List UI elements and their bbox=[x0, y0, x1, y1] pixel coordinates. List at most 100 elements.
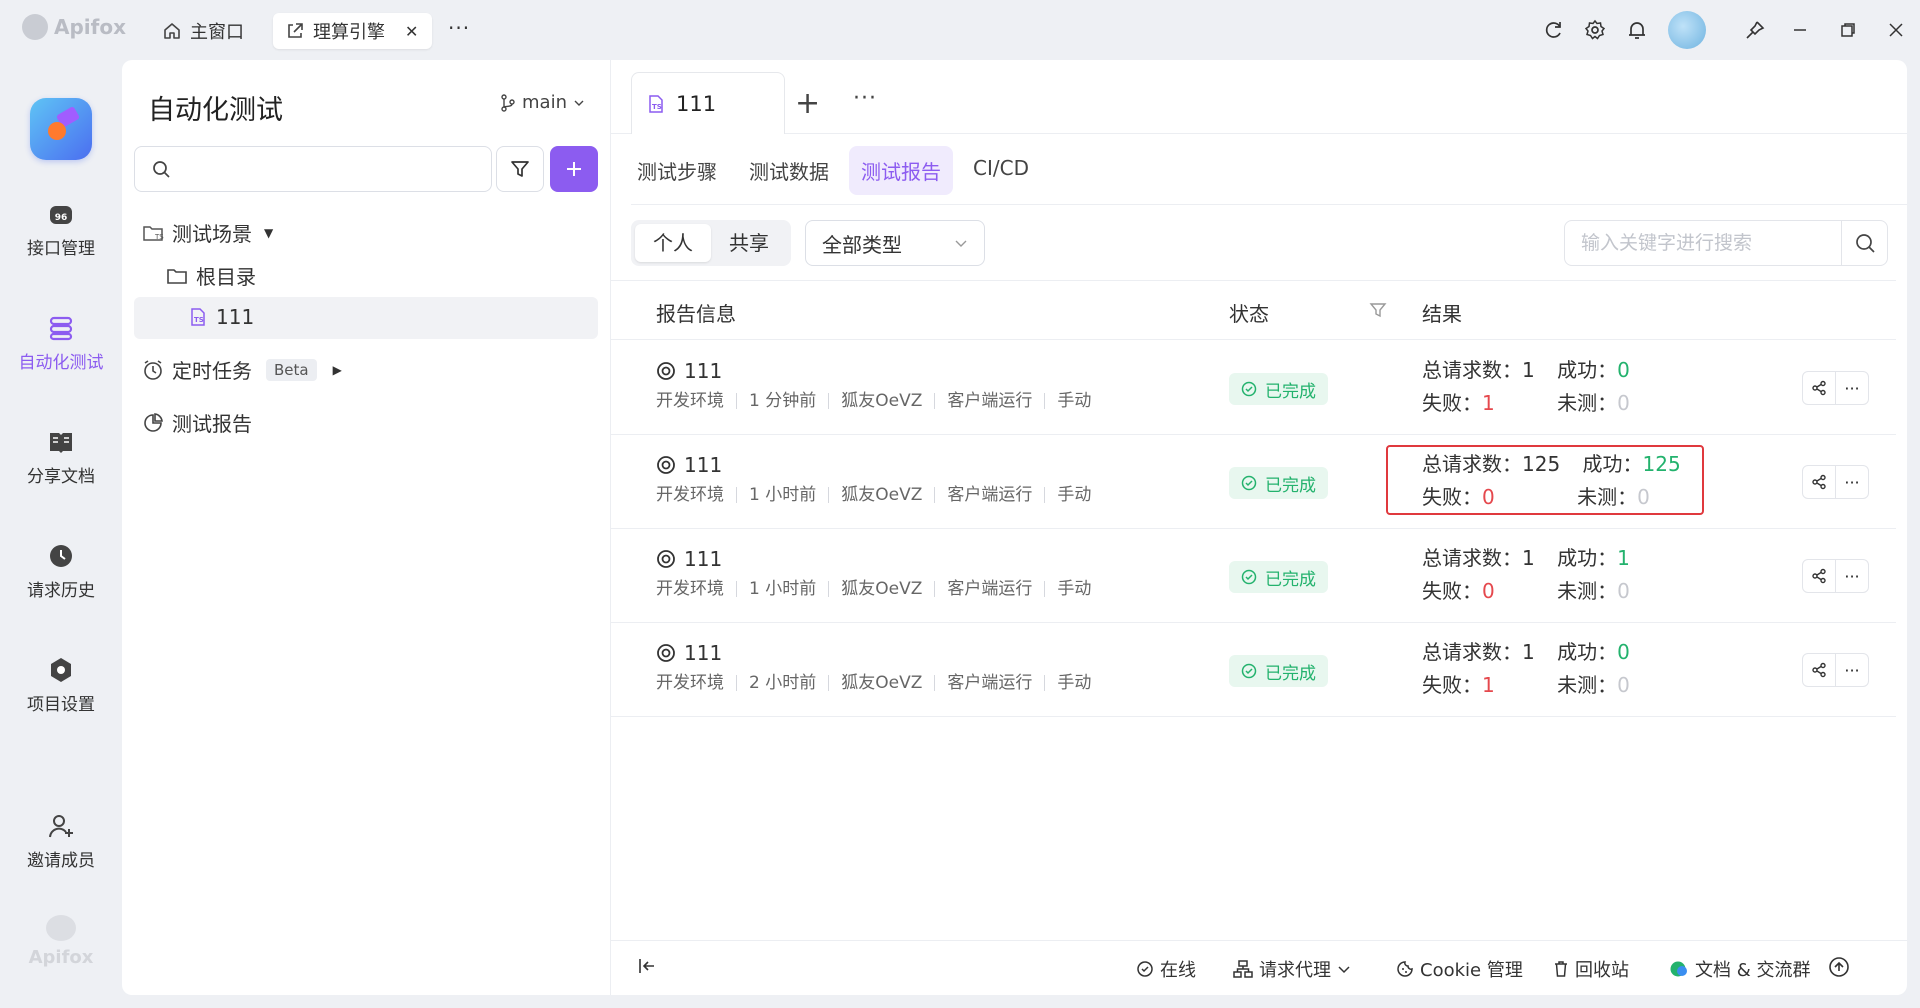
table-row[interactable]: 111 开发环境 1 小时前 狐友OeVZ 客户端运行 手动 已完成 总请求数：… bbox=[611, 529, 1896, 623]
status-text: 已完成 bbox=[1265, 381, 1316, 402]
annotation-highlight-box bbox=[1386, 445, 1704, 515]
type-select[interactable]: 全部类型 bbox=[805, 220, 985, 266]
trash-bin[interactable]: 回收站 bbox=[1553, 956, 1629, 982]
main-panel: TS 111 + ··· 测试步骤 测试数据 测试报告 CI/CD 个人 共享 … bbox=[611, 60, 1907, 995]
status-filter-icon[interactable] bbox=[1369, 300, 1387, 324]
tab-test-report[interactable]: 测试报告 bbox=[849, 146, 953, 195]
tree-search-input[interactable] bbox=[181, 159, 491, 179]
type-select-value: 全部类型 bbox=[822, 232, 902, 257]
row-more-icon[interactable]: ··· bbox=[1835, 465, 1869, 499]
nav-item-share-docs[interactable]: 分享文档 bbox=[0, 428, 122, 487]
tab-test-steps[interactable]: 测试步骤 bbox=[625, 146, 729, 195]
subtabs: 测试步骤 测试数据 测试报告 CI/CD bbox=[625, 146, 1041, 195]
share-button[interactable] bbox=[1802, 653, 1836, 687]
nav-item-invite[interactable]: 邀请成员 bbox=[0, 812, 122, 871]
row-more-icon[interactable]: ··· bbox=[1835, 371, 1869, 405]
segment-personal[interactable]: 个人 bbox=[635, 224, 711, 262]
nav-item-project-settings[interactable]: 项目设置 bbox=[0, 656, 122, 715]
window-tab-active[interactable]: 理算引擎 ✕ bbox=[273, 13, 433, 49]
report-search-input[interactable] bbox=[1565, 232, 1841, 254]
nav-item-api[interactable]: 96 接口管理 bbox=[0, 200, 122, 259]
tab-more-icon[interactable]: ··· bbox=[853, 86, 877, 111]
window-tab-home[interactable]: 主窗口 bbox=[150, 13, 256, 49]
tree-item-scenarios[interactable]: TS 测试场景 ▼ bbox=[142, 218, 273, 247]
tree-item-reports[interactable]: 测试报告 bbox=[142, 408, 252, 437]
tree-item-label: 测试场景 bbox=[172, 222, 252, 246]
beta-badge: Beta bbox=[266, 358, 317, 381]
meta-mode: 手动 bbox=[1044, 393, 1103, 410]
refresh-icon[interactable] bbox=[1532, 9, 1574, 51]
target-icon bbox=[657, 362, 675, 380]
alarm-clock-icon bbox=[144, 359, 162, 380]
clock-icon bbox=[50, 545, 72, 567]
online-label: 在线 bbox=[1160, 960, 1196, 981]
target-icon bbox=[657, 456, 675, 474]
chevron-down-icon bbox=[574, 100, 584, 106]
chevron-down-icon bbox=[1338, 966, 1350, 974]
apifox-watermark-icon bbox=[46, 915, 76, 941]
branch-selector[interactable]: main bbox=[500, 92, 585, 113]
filter-button[interactable] bbox=[496, 146, 544, 192]
share-button[interactable] bbox=[1802, 559, 1836, 593]
settings-gear-icon[interactable] bbox=[1574, 9, 1616, 51]
tree-item-case[interactable]: TS 111 bbox=[188, 305, 254, 329]
ts-file-icon: TS bbox=[191, 308, 205, 326]
table-row[interactable]: 111 开发环境 1 分钟前 狐友OeVZ 客户端运行 手动 已完成 总请求数：… bbox=[611, 341, 1896, 435]
check-circle-icon bbox=[1241, 475, 1257, 491]
external-link-icon bbox=[288, 23, 303, 38]
bell-icon[interactable] bbox=[1616, 9, 1658, 51]
svg-text:96: 96 bbox=[55, 213, 68, 223]
user-avatar[interactable] bbox=[1668, 11, 1706, 49]
close-tab-icon[interactable]: ✕ bbox=[405, 22, 418, 41]
row-more-icon[interactable]: ··· bbox=[1835, 559, 1869, 593]
share-button[interactable] bbox=[1802, 465, 1836, 499]
online-status[interactable]: 在线 bbox=[1136, 956, 1196, 982]
row-more-icon[interactable]: ··· bbox=[1835, 653, 1869, 687]
tree-item-scheduled[interactable]: 定时任务 Beta ▶ bbox=[142, 355, 342, 384]
nav-item-automation[interactable]: 自动化测试 bbox=[0, 314, 122, 373]
trash-label: 回收站 bbox=[1575, 960, 1629, 981]
tab-ci-cd[interactable]: CI/CD bbox=[961, 146, 1041, 195]
header-report-info: 报告信息 bbox=[656, 302, 736, 326]
report-name: 111 bbox=[656, 359, 722, 383]
status-badge: 已完成 bbox=[1229, 655, 1328, 687]
meta-runner: 客户端运行 bbox=[934, 675, 1044, 692]
left-nav: 96 接口管理 自动化测试 分享文档 请求历史 项目设置 邀请成员 Apifox bbox=[0, 60, 122, 1008]
project-logo[interactable] bbox=[30, 98, 92, 160]
svg-text:TS: TS bbox=[154, 233, 164, 241]
close-window-button[interactable] bbox=[1872, 0, 1920, 60]
report-search-button[interactable] bbox=[1841, 221, 1887, 265]
apifox-logo-icon bbox=[22, 14, 48, 40]
restore-button[interactable] bbox=[1824, 0, 1872, 60]
tree-item-root[interactable]: 根目录 bbox=[166, 261, 256, 290]
tab-test-data[interactable]: 测试数据 bbox=[737, 146, 841, 195]
svg-text:TS: TS bbox=[652, 103, 662, 111]
tree-item-label: 定时任务 bbox=[172, 359, 252, 383]
scroll-top-icon[interactable] bbox=[1828, 956, 1850, 978]
report-meta: 开发环境 2 小时前 狐友OeVZ 客户端运行 手动 bbox=[656, 675, 1103, 692]
total-label: 总请求数： bbox=[1422, 358, 1522, 382]
report-name: 111 bbox=[656, 453, 722, 477]
fail-label: 失败： bbox=[1422, 673, 1482, 697]
new-tab-plus-icon[interactable]: + bbox=[795, 86, 820, 121]
more-tabs-icon[interactable]: ··· bbox=[448, 16, 470, 40]
pin-icon[interactable] bbox=[1734, 9, 1776, 51]
status-bar: 在线 请求代理 Cookie 管理 回收站 文档 & 交流群 bbox=[611, 956, 1907, 986]
proxy-menu[interactable]: 请求代理 bbox=[1233, 956, 1351, 982]
book-icon bbox=[50, 433, 72, 453]
editor-tab-111[interactable]: TS 111 bbox=[631, 72, 785, 134]
share-button[interactable] bbox=[1802, 371, 1836, 405]
segment-shared[interactable]: 共享 bbox=[711, 224, 787, 262]
status-badge: 已完成 bbox=[1229, 467, 1328, 499]
cookie-manager[interactable]: Cookie 管理 bbox=[1396, 956, 1523, 982]
proxy-label: 请求代理 bbox=[1259, 960, 1331, 981]
minimize-button[interactable] bbox=[1776, 0, 1824, 60]
header-status: 状态 bbox=[1229, 302, 1269, 326]
table-row[interactable]: 111 开发环境 2 小时前 狐友OeVZ 客户端运行 手动 已完成 总请求数：… bbox=[611, 623, 1896, 717]
report-meta: 开发环境 1 小时前 狐友OeVZ 客户端运行 手动 bbox=[656, 487, 1103, 504]
collapse-sidebar-icon[interactable] bbox=[637, 956, 657, 976]
docs-community[interactable]: 文档 & 交流群 bbox=[1669, 956, 1810, 982]
add-button[interactable] bbox=[550, 146, 598, 192]
nav-item-history[interactable]: 请求历史 bbox=[0, 542, 122, 601]
success-value: 0 bbox=[1617, 640, 1630, 664]
